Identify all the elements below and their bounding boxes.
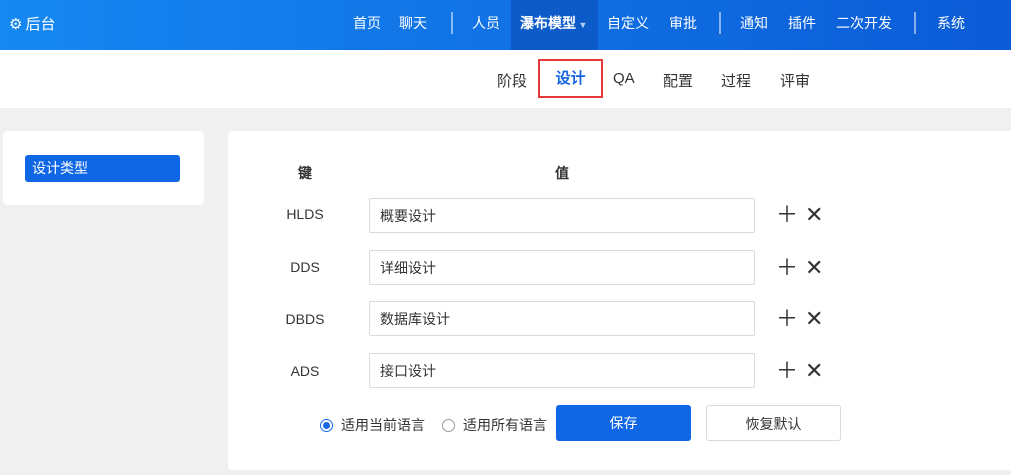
value-input[interactable]: [369, 198, 755, 233]
row-key: HLDS: [286, 206, 324, 222]
sidebar-item-design-type[interactable]: 设计类型: [25, 155, 180, 182]
settings-panel: 键 值 HLDS ＋ ✕ DDS ＋ ✕ DBDS ＋ ✕ ADS ＋ ✕ 适用…: [228, 131, 1011, 470]
nav-chat[interactable]: 聊天: [399, 0, 427, 50]
tab-config[interactable]: 配置: [663, 70, 693, 91]
radio-all-languages[interactable]: 适用所有语言: [442, 415, 547, 435]
nav-system[interactable]: 系统: [937, 0, 965, 50]
tab-design[interactable]: 设计: [538, 59, 603, 98]
tab-review[interactable]: 评审: [780, 70, 810, 91]
row-key: DDS: [290, 259, 320, 275]
radio-checked-icon: [320, 418, 333, 432]
add-icon[interactable]: ＋: [776, 308, 798, 330]
close-icon[interactable]: ✕: [805, 204, 823, 226]
add-icon[interactable]: ＋: [776, 204, 798, 226]
nav-custom[interactable]: 自定义: [607, 0, 649, 50]
row-key: DBDS: [285, 311, 325, 327]
row-key: ADS: [290, 363, 320, 379]
save-button[interactable]: 保存: [556, 405, 691, 441]
nav-dev[interactable]: 二次开发: [836, 0, 892, 50]
reset-default-button[interactable]: 恢复默认: [706, 405, 841, 441]
radio-unchecked-icon: [442, 418, 455, 432]
close-icon[interactable]: ✕: [805, 360, 823, 382]
sub-nav: 阶段 设计 QA 配置 过程 评审: [0, 50, 1011, 108]
nav-notify[interactable]: 通知: [740, 0, 768, 50]
radio-current-language[interactable]: 适用当前语言: [320, 415, 425, 435]
close-icon[interactable]: ✕: [805, 308, 823, 330]
sidebar: 设计类型: [3, 131, 204, 205]
nav-divider: [451, 12, 453, 34]
value-header: 值: [555, 165, 569, 181]
nav-divider: [914, 12, 916, 34]
nav-approval[interactable]: 审批: [669, 0, 697, 50]
tab-stage[interactable]: 阶段: [497, 70, 527, 91]
value-input[interactable]: [369, 301, 755, 336]
close-icon[interactable]: ✕: [805, 257, 823, 279]
value-input[interactable]: [369, 353, 755, 388]
key-header: 键: [298, 165, 312, 181]
nav-people[interactable]: 人员: [472, 0, 500, 50]
caret-down-icon: ▼: [576, 20, 588, 30]
nav-waterfall-model[interactable]: 瀑布模型 ▼: [511, 0, 598, 50]
tab-process[interactable]: 过程: [721, 70, 751, 91]
tab-qa[interactable]: QA: [613, 70, 635, 87]
add-icon[interactable]: ＋: [776, 360, 798, 382]
add-icon[interactable]: ＋: [776, 257, 798, 279]
gear-icon: ⚙: [9, 15, 23, 33]
brand[interactable]: ⚙ 后台: [9, 13, 55, 34]
nav-divider: [719, 12, 721, 34]
value-input[interactable]: [369, 250, 755, 285]
top-nav-bar: ⚙ 后台 首页 聊天 人员 瀑布模型 ▼ 自定义 审批 通知 插件 二次开发 系…: [0, 0, 1011, 50]
nav-home[interactable]: 首页: [353, 0, 381, 50]
nav-plugins[interactable]: 插件: [788, 0, 816, 50]
